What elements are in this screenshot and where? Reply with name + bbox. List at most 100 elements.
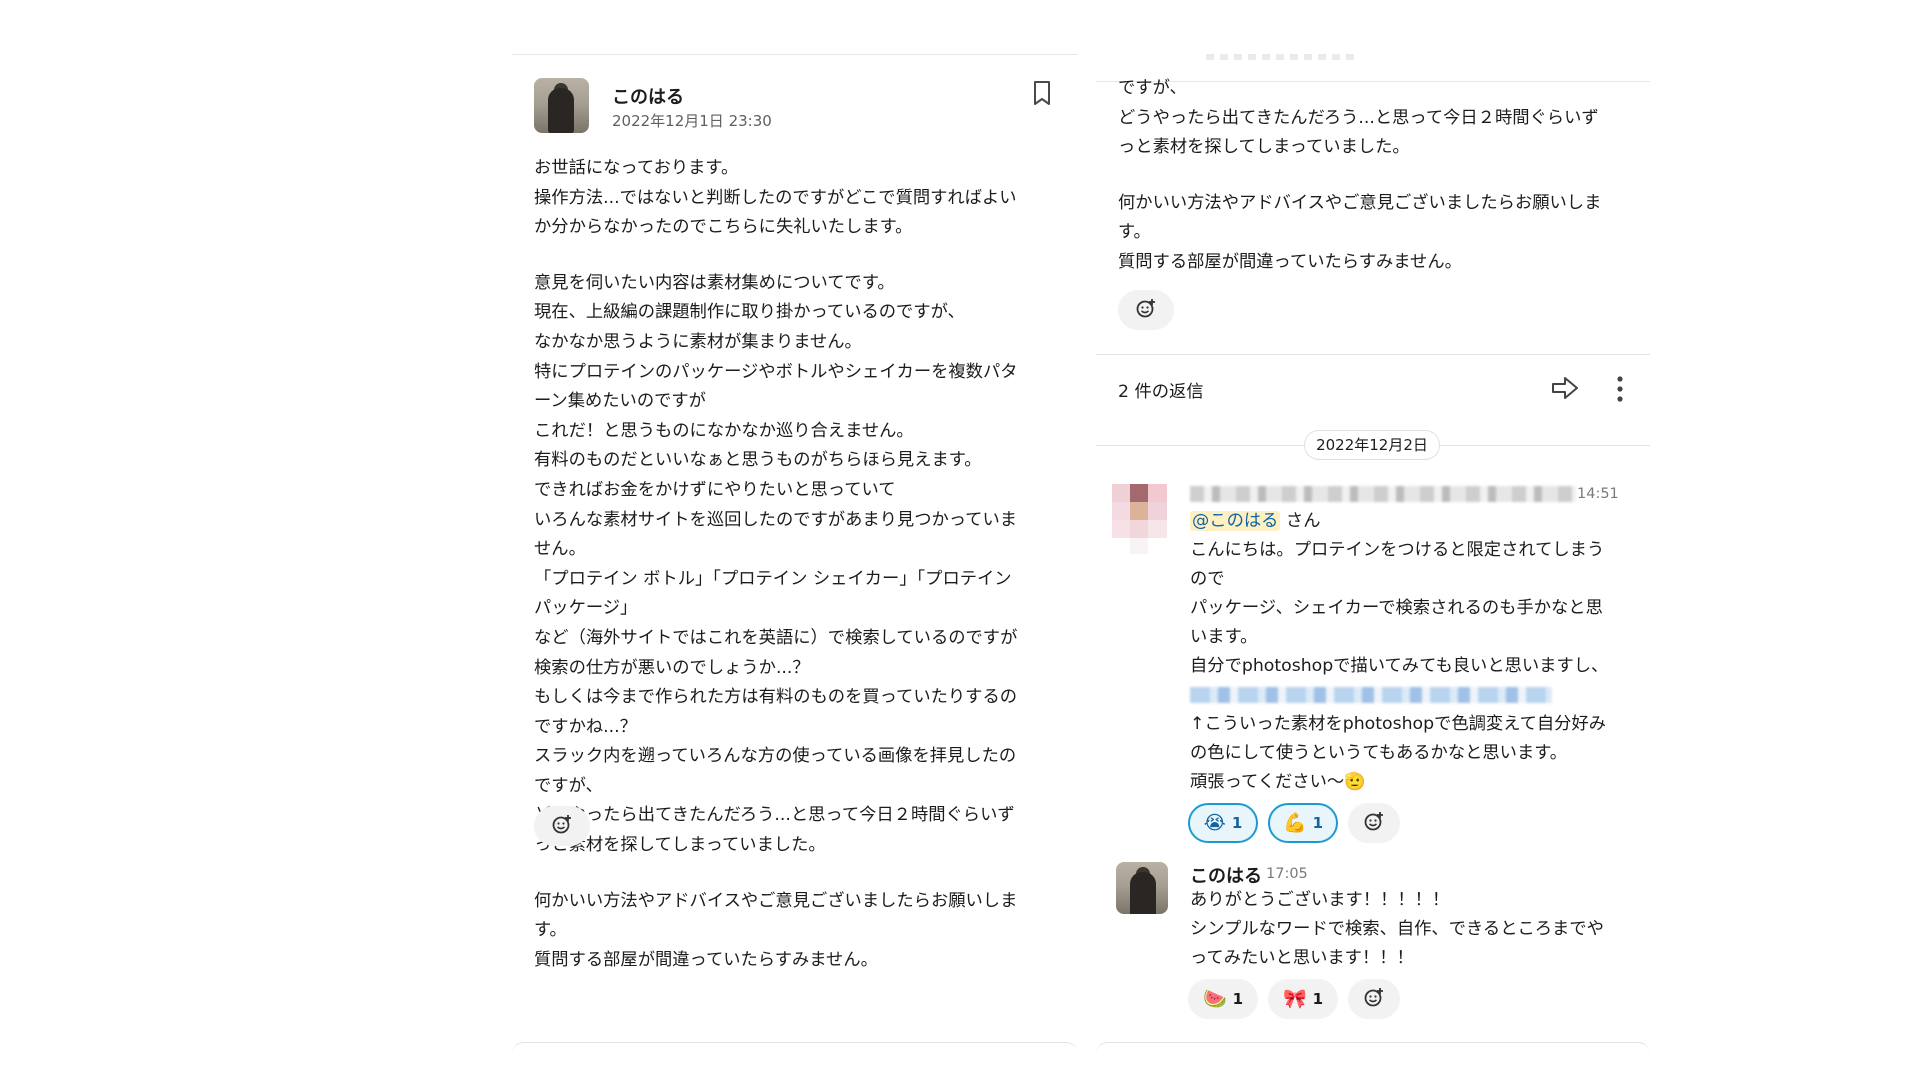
add-reaction-button[interactable] bbox=[1348, 979, 1400, 1019]
message-line: パッケージ」 bbox=[534, 598, 638, 619]
message-line: など（海外サイトではこれを英語に）で検索しているのですが bbox=[534, 627, 1018, 648]
message-line: なかなか思うように素材が集まりません。 bbox=[534, 331, 862, 352]
add-reaction-icon bbox=[551, 813, 573, 839]
reaction-count: 1 bbox=[1231, 814, 1243, 832]
message-line: 検索の仕方が悪いのでしょうか...？ bbox=[534, 657, 810, 678]
add-reaction-icon bbox=[1135, 297, 1157, 323]
message-line: ので bbox=[1190, 569, 1225, 589]
reaction-crying[interactable]: 😭 1 bbox=[1188, 803, 1258, 843]
message-line: か分からなかったのでこちらに失礼いたします。 bbox=[534, 217, 913, 238]
reaction-count: 1 bbox=[1312, 814, 1324, 832]
message-line: 何かいい方法やアドバイスやご意見ございましたらお願いしま bbox=[534, 890, 1018, 911]
question-post-panel: このはる 2022年12月1日 23:30 お世話になっております。操作方法..… bbox=[512, 54, 1078, 1054]
ribbon-icon: 🎀 bbox=[1282, 987, 1307, 1010]
user-mention[interactable]: @このはる bbox=[1190, 511, 1281, 531]
message-line: ですが、 bbox=[1118, 78, 1187, 98]
message-line: できればお金をかけずにやりたいと思っていて bbox=[534, 479, 896, 500]
watermelon-icon: 🍉 bbox=[1202, 987, 1227, 1010]
avatar-figure bbox=[1130, 872, 1156, 914]
bookmark-icon[interactable] bbox=[1030, 80, 1054, 106]
message-line: ーン集めたいのですが bbox=[534, 391, 706, 412]
message-line: ありがとうございます！！！！！ bbox=[1190, 890, 1450, 910]
add-reaction-button[interactable] bbox=[1118, 290, 1174, 330]
post-body: お世話になっております。操作方法...ではないと判断したのですがどこで質問すれば… bbox=[534, 154, 1074, 975]
message-line: す。 bbox=[534, 920, 567, 941]
message-line: こんにちは。プロテインをつけると限定されてしまう bbox=[1190, 540, 1605, 560]
message-line: シンプルなワードで検索、自作、できるところまでや bbox=[1190, 919, 1604, 939]
message-line: す。 bbox=[1118, 222, 1151, 243]
message-line: いろんな素材サイトを巡回したのですがあまり見つかっていま bbox=[534, 509, 1018, 530]
message-line: っと素材を探してしまっていました。 bbox=[534, 835, 826, 856]
mention-suffix: さん bbox=[1280, 511, 1321, 531]
more-vertical-icon[interactable] bbox=[1615, 374, 1625, 404]
panel-divider bbox=[1096, 1042, 1650, 1054]
redacted-link[interactable] bbox=[1190, 687, 1552, 703]
message-line: 特にプロテインのパッケージやボトルやシェイカーを複数パタ bbox=[534, 361, 1018, 382]
post-timestamp[interactable]: 2022年12月1日 23:30 bbox=[612, 110, 772, 131]
message-line: ↑こういった素材をphotoshopで色調変えて自分好み bbox=[1190, 714, 1607, 734]
crying-face-icon: 😭 bbox=[1203, 811, 1226, 834]
message-line: スラック内を遡っていろんな方の使っている画像を拝見したの bbox=[534, 746, 1017, 767]
message-line: います。 bbox=[1190, 627, 1258, 647]
message-line: ですが、 bbox=[534, 775, 603, 796]
message-line: 自分でphotoshopで描いてみても良いと思いますし、 bbox=[1190, 656, 1609, 676]
message-line: どうやったら出てきたんだろう...と思って今日２時間ぐらいず bbox=[534, 805, 1015, 826]
message-line: 何かいい方法やアドバイスやご意見ございましたらお願いしま bbox=[1118, 192, 1602, 213]
divider bbox=[1096, 354, 1650, 355]
add-reaction-button[interactable] bbox=[534, 806, 590, 846]
message-line: 質問する部屋が間違っていたらすみません。 bbox=[534, 949, 878, 970]
message-line: ってみたいと思います！！！ bbox=[1190, 948, 1414, 968]
cut-off-header bbox=[1206, 54, 1356, 60]
message-line: っと素材を探してしまっていました。 bbox=[1118, 137, 1410, 158]
reply-text-block: ↑こういった素材をphotoshopで色調変えて自分好み の色にして使うというても… bbox=[1190, 710, 1630, 797]
panel-divider bbox=[512, 1042, 1078, 1054]
message-line: 意見を伺いたい内容は素材集めについてです。 bbox=[534, 272, 895, 293]
reply-text-block: こんにちは。プロテインをつけると限定されてしまう のでパッケージ、シェイカーで検索… bbox=[1190, 536, 1630, 681]
reaction-muscle[interactable]: 💪 1 bbox=[1268, 803, 1338, 843]
reaction-count: 1 bbox=[1312, 990, 1324, 1008]
mention-line: @このはる さん bbox=[1190, 507, 1630, 536]
flexed-biceps-icon: 💪 bbox=[1282, 811, 1307, 834]
avatar[interactable] bbox=[1112, 484, 1167, 554]
message-line: どうやったら出てきたんだろう...と思って今日２時間ぐらいず bbox=[1118, 107, 1599, 128]
avatar[interactable] bbox=[534, 78, 589, 133]
reply-timestamp[interactable]: 17:05 bbox=[1266, 866, 1308, 882]
add-reaction-button[interactable] bbox=[1348, 803, 1400, 843]
message-line: 操作方法...ではないと判断したのですがどこで質問すればよい bbox=[534, 187, 1017, 208]
reply-message: ありがとうございます！！！！！ シンプルなワードで検索、自作、できるところまでやっ… bbox=[1190, 886, 1630, 973]
message-line: 質問する部屋が間違っていたらすみません。 bbox=[1118, 251, 1462, 272]
reply-message: @このはる さん こんにちは。プロテインをつけると限定されてしまう のでパッケージ… bbox=[1190, 507, 1630, 797]
post-author-name[interactable]: このはる bbox=[612, 83, 684, 109]
reply-count[interactable]: 2 件の返信 bbox=[1118, 377, 1204, 402]
message-line: 有料のものだといいなぁと思うものがちらほら見えます。 bbox=[534, 450, 982, 471]
message-line: せん。 bbox=[534, 539, 586, 560]
reaction-count: 1 bbox=[1232, 990, 1244, 1008]
avatar[interactable] bbox=[1116, 862, 1168, 914]
reply-author-name[interactable]: このはる bbox=[1190, 862, 1262, 888]
link-line bbox=[1190, 681, 1630, 710]
message-line: 頑張ってください〜🫡 bbox=[1190, 772, 1366, 792]
message-line: パッケージ、シェイカーで検索されるのも手かなと思 bbox=[1190, 598, 1603, 618]
reaction-ribbon[interactable]: 🎀 1 bbox=[1268, 979, 1338, 1019]
reaction-watermelon[interactable]: 🍉 1 bbox=[1188, 979, 1258, 1019]
reply-timestamp[interactable]: 14:51 bbox=[1577, 486, 1619, 502]
date-divider[interactable]: 2022年12月2日 bbox=[1304, 430, 1440, 460]
add-reaction-icon bbox=[1363, 986, 1385, 1012]
replies-bar: 2 件の返信 bbox=[1118, 370, 1628, 406]
redacted-user-name[interactable] bbox=[1190, 486, 1576, 502]
message-line: 現在、上級編の課題制作に取り掛かっているのですが、 bbox=[534, 302, 965, 323]
message-line: の色にして使うというてもあるかなと思います。 bbox=[1190, 743, 1568, 763]
post-header: このはる 2022年12月1日 23:30 bbox=[534, 78, 1054, 134]
message-line: ですかね...？ bbox=[534, 716, 637, 737]
message-line: もしくは今まで作られた方は有料のものを買っていたりするの bbox=[534, 687, 1018, 708]
add-reaction-icon bbox=[1363, 810, 1385, 836]
thread-panel: ですが、どうやったら出てきたんだろう...と思って今日２時間ぐらいず っと素材を探… bbox=[1096, 54, 1650, 1054]
share-arrow-icon[interactable] bbox=[1550, 374, 1580, 402]
thread-parent-tail: ですが、どうやったら出てきたんだろう...と思って今日２時間ぐらいず っと素材を探… bbox=[1118, 74, 1638, 278]
avatar-figure bbox=[548, 88, 574, 133]
message-line: 「プロテイン ボトル」「プロテイン シェイカー」「プロテイン bbox=[534, 568, 1012, 589]
message-line: お世話になっております。 bbox=[534, 158, 739, 178]
